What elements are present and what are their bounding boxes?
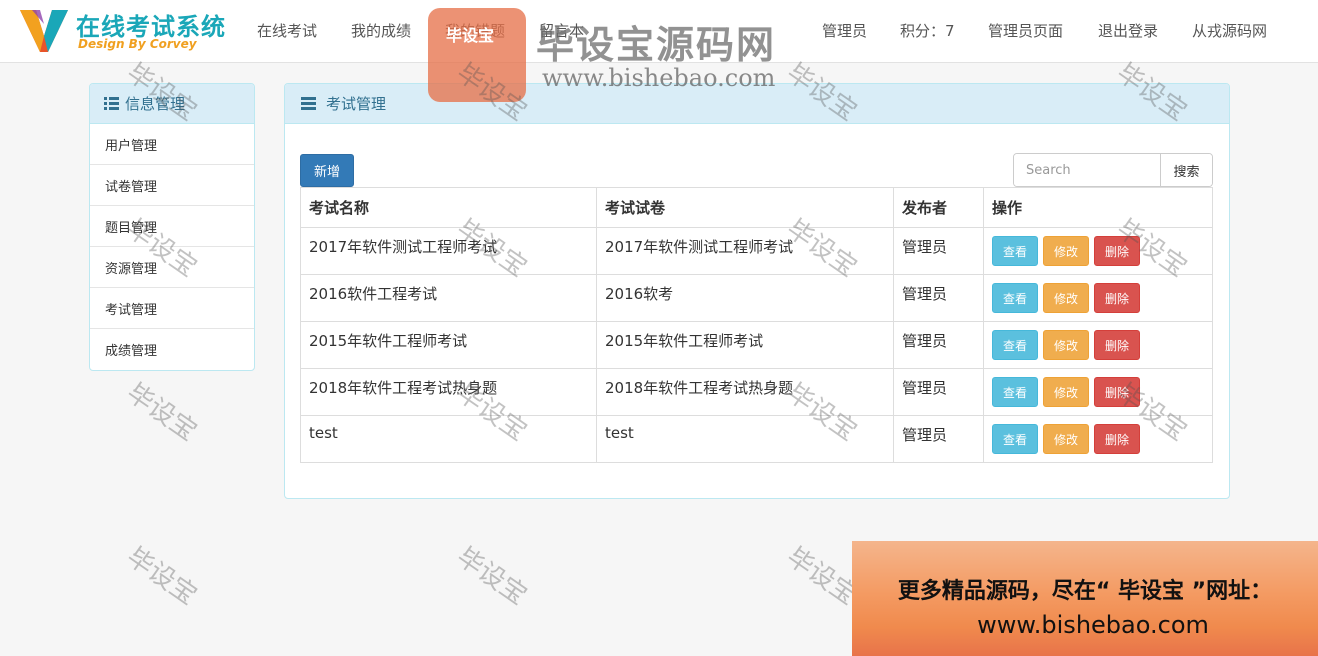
cell-exam-name: 2017年软件测试工程师考试 <box>300 227 597 275</box>
brand-subtitle: Design By Corvey <box>78 37 197 51</box>
exam-table: 考试名称 考试试卷 发布者 操作 2017年软件测试工程师考试 2017年软件测… <box>300 187 1213 463</box>
delete-button[interactable]: 删除 <box>1094 330 1140 360</box>
nav-admin-page[interactable]: 管理员页面 <box>988 20 1063 41</box>
table-row: 2015年软件工程师考试 2015年软件工程师考试 管理员 查看 修改 删除 <box>300 321 1213 369</box>
cell-publisher: 管理员 <box>893 415 984 463</box>
nav-source-site[interactable]: 从戎源码网 <box>1192 20 1267 41</box>
nav-points: 积分：7 <box>900 22 955 40</box>
view-button[interactable]: 查看 <box>992 236 1038 266</box>
menu-bars-icon <box>301 97 320 110</box>
watermark-text: 毕设宝 <box>1111 541 1193 612</box>
watermark-text: 毕设宝 <box>121 541 203 612</box>
nav-my-wrong-questions[interactable]: 我的错题 <box>445 20 505 41</box>
view-button[interactable]: 查看 <box>992 424 1038 454</box>
sidebar-panel: 信息管理 用户管理 试卷管理 题目管理 资源管理 考试管理 成绩管理 <box>89 83 255 371</box>
cell-exam-paper: test <box>596 415 894 463</box>
delete-button[interactable]: 删除 <box>1094 283 1140 313</box>
sidebar-item-papers[interactable]: 试卷管理 <box>90 165 254 206</box>
table-row: 2016软件工程考试 2016软考 管理员 查看 修改 删除 <box>300 274 1213 322</box>
sidebar-item-exams[interactable]: 考试管理 <box>90 288 254 329</box>
column-header-actions: 操作 <box>983 187 1213 228</box>
edit-button[interactable]: 修改 <box>1043 283 1089 313</box>
sidebar-heading: 信息管理 <box>90 84 254 124</box>
cell-publisher: 管理员 <box>893 368 984 416</box>
brand-logo[interactable]: 在线考试系统 Design By Corvey <box>18 4 238 56</box>
page-title: 考试管理 <box>326 95 387 113</box>
cell-exam-name: 2016软件工程考试 <box>300 274 597 322</box>
edit-button[interactable]: 修改 <box>1043 330 1089 360</box>
cell-actions: 查看 修改 删除 <box>983 274 1213 322</box>
delete-button[interactable]: 删除 <box>1094 377 1140 407</box>
search-input[interactable] <box>1014 154 1160 186</box>
delete-button[interactable]: 删除 <box>1094 236 1140 266</box>
cell-actions: 查看 修改 删除 <box>983 368 1213 416</box>
cell-exam-paper: 2018年软件工程考试热身题 <box>596 368 894 416</box>
edit-button[interactable]: 修改 <box>1043 236 1089 266</box>
search-group: 搜索 <box>1013 153 1213 187</box>
table-row: 2017年软件测试工程师考试 2017年软件测试工程师考试 管理员 查看 修改 … <box>300 227 1213 275</box>
edit-button[interactable]: 修改 <box>1043 377 1089 407</box>
logo-v-icon <box>20 10 68 52</box>
top-navbar: 在线考试系统 Design By Corvey 在线考试 我的成绩 我的错题 留… <box>0 0 1318 63</box>
cell-actions: 查看 修改 删除 <box>983 415 1213 463</box>
sidebar-item-scores[interactable]: 成绩管理 <box>90 329 254 370</box>
delete-button[interactable]: 删除 <box>1094 424 1140 454</box>
cell-publisher: 管理员 <box>893 227 984 275</box>
column-header-publisher: 发布者 <box>893 187 984 228</box>
cell-publisher: 管理员 <box>893 274 984 322</box>
cell-publisher: 管理员 <box>893 321 984 369</box>
view-button[interactable]: 查看 <box>992 330 1038 360</box>
column-header-exam-name: 考试名称 <box>300 187 597 228</box>
add-exam-button[interactable]: 新增 <box>300 154 354 187</box>
cell-exam-name: 2015年软件工程师考试 <box>300 321 597 369</box>
promo-banner: 更多精品源码，尽在“ 毕设宝 ”网址： www.bishebao.com <box>852 541 1318 656</box>
main-heading: 考试管理 <box>285 84 1229 124</box>
watermark-text: 毕设宝 <box>781 541 863 612</box>
banner-url: www.bishebao.com <box>977 611 1209 639</box>
list-icon <box>104 97 119 110</box>
cell-actions: 查看 修改 删除 <box>983 227 1213 275</box>
watermark-text: 毕设宝 <box>451 541 533 612</box>
edit-button[interactable]: 修改 <box>1043 424 1089 454</box>
view-button[interactable]: 查看 <box>992 283 1038 313</box>
table-row: test test 管理员 查看 修改 删除 <box>300 415 1213 463</box>
cell-exam-paper: 2017年软件测试工程师考试 <box>596 227 894 275</box>
nav-message-board[interactable]: 留言本 <box>539 20 584 41</box>
cell-exam-paper: 2015年软件工程师考试 <box>596 321 894 369</box>
nav-username[interactable]: 管理员 <box>822 20 867 41</box>
sidebar-item-resources[interactable]: 资源管理 <box>90 247 254 288</box>
column-header-exam-paper: 考试试卷 <box>596 187 894 228</box>
watermark-text: 毕设宝 <box>121 377 203 448</box>
nav-logout[interactable]: 退出登录 <box>1098 20 1158 41</box>
sidebar-title: 信息管理 <box>125 95 186 113</box>
view-button[interactable]: 查看 <box>992 377 1038 407</box>
cell-exam-name: test <box>300 415 597 463</box>
search-button[interactable]: 搜索 <box>1160 154 1212 186</box>
nav-my-scores[interactable]: 我的成绩 <box>351 20 411 41</box>
table-header-row: 考试名称 考试试卷 发布者 操作 <box>300 187 1213 228</box>
banner-line1: 更多精品源码，尽在“ 毕设宝 ”网址： <box>897 579 1273 604</box>
table-row: 2018年软件工程考试热身题 2018年软件工程考试热身题 管理员 查看 修改 … <box>300 368 1213 416</box>
nav-online-exam[interactable]: 在线考试 <box>257 20 317 41</box>
sidebar-item-users[interactable]: 用户管理 <box>90 124 254 165</box>
exam-management-panel: 考试管理 新增 搜索 考试名称 考试试卷 发布者 操作 2017年软件测试工程师… <box>284 83 1230 499</box>
cell-exam-paper: 2016软考 <box>596 274 894 322</box>
cell-exam-name: 2018年软件工程考试热身题 <box>300 368 597 416</box>
sidebar-item-questions[interactable]: 题目管理 <box>90 206 254 247</box>
cell-actions: 查看 修改 删除 <box>983 321 1213 369</box>
